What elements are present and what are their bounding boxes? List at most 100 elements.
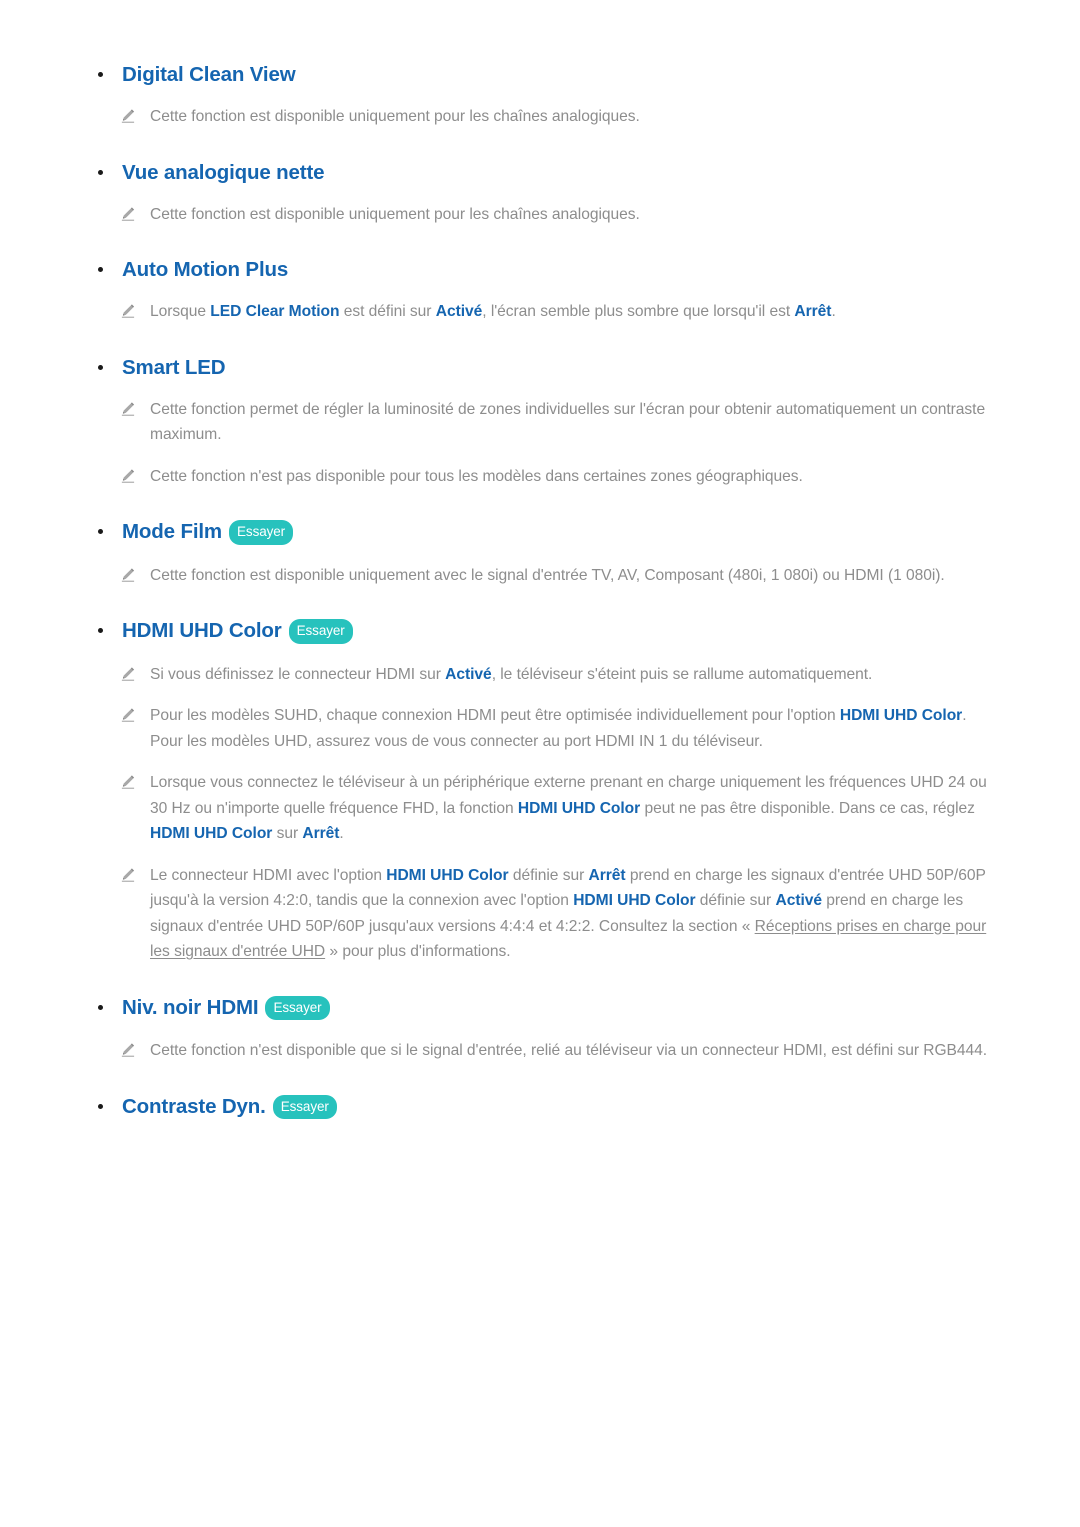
- section-heading-row: Mode Film Essayer: [78, 519, 1002, 547]
- note-item: Cette fonction n'est pas disponible pour…: [78, 464, 1002, 490]
- section-title: Mode Film Essayer: [122, 519, 294, 547]
- bullet-icon: [98, 628, 103, 633]
- essayer-badge[interactable]: Essayer: [272, 1094, 337, 1119]
- note-item: Cette fonction est disponible uniquement…: [78, 563, 1002, 589]
- note-text-run: Cette fonction n'est pas disponible pour…: [150, 467, 803, 485]
- note-paragraph: Lorsque vous connectez le téléviseur à u…: [150, 770, 1002, 847]
- note-paragraph: Si vous définissez le connecteur HDMI su…: [150, 662, 1002, 688]
- section-auto-motion-plus: Auto Motion Plus Lorsque LED Clear Motion…: [78, 257, 1002, 325]
- emphasis-term: Activé: [775, 892, 822, 909]
- section-title: HDMI UHD Color Essayer: [122, 618, 353, 646]
- section-digital-clean-view: Digital Clean View Cette fonction est dis…: [78, 62, 1002, 130]
- pencil-icon: [120, 1041, 137, 1058]
- emphasis-term: LED Clear Motion: [210, 303, 340, 320]
- bullet-icon: [98, 72, 103, 77]
- emphasis-term: Arrêt: [302, 825, 340, 842]
- pencil-icon: [120, 107, 137, 124]
- emphasis-term: Activé: [445, 665, 492, 683]
- note-item: Cette fonction n'est disponible que si l…: [78, 1038, 1002, 1064]
- note-text-run: Pour les modèles SUHD, chaque connexion …: [150, 707, 840, 724]
- note-text-run: Cette fonction est disponible uniquement…: [150, 205, 640, 223]
- note-paragraph: Cette fonction est disponible uniquement…: [150, 563, 1002, 589]
- note-item: Lorsque LED Clear Motion est défini sur …: [78, 299, 1002, 325]
- note-text-run: » pour plus d'informations.: [325, 943, 511, 960]
- emphasis-term: HDMI UHD Color: [517, 799, 641, 817]
- note-item: Lorsque vous connectez le téléviseur à u…: [78, 770, 1002, 847]
- note-text-run: Cette fonction permet de régler la lumin…: [150, 400, 986, 444]
- section-heading-row: Contraste Dyn. Essayer: [78, 1094, 1002, 1122]
- emphasis-term: Activé: [435, 303, 483, 320]
- pencil-icon: [120, 566, 137, 583]
- emphasis-term: HDMI UHD Color: [839, 707, 963, 724]
- note-item: Cette fonction est disponible uniquement…: [78, 202, 1002, 228]
- section-smart-led: Smart LED Cette fonction permet de régler…: [78, 355, 1002, 490]
- section-title: Auto Motion Plus: [122, 258, 289, 281]
- note-text-run: sur: [272, 825, 303, 842]
- note-item: Le connecteur HDMI avec l'option HDMI UH…: [78, 863, 1002, 965]
- pencil-icon: [120, 866, 137, 883]
- bullet-icon: [98, 1103, 103, 1109]
- bullet-icon: [98, 267, 103, 272]
- bullet-icon: [98, 364, 103, 370]
- note-text-run: , l'écran semble plus sombre que lorsqu'…: [482, 303, 795, 320]
- pencil-icon: [120, 706, 137, 723]
- emphasis-term: HDMI UHD Color: [573, 892, 696, 909]
- note-item: Pour les modèles SUHD, chaque connexion …: [78, 703, 1002, 754]
- section-title: Contraste Dyn. Essayer: [122, 1094, 337, 1122]
- section-heading-row: Auto Motion Plus: [78, 257, 1002, 283]
- note-paragraph: Le connecteur HDMI avec l'option HDMI UH…: [150, 863, 1002, 965]
- note-text-run: peut ne pas être disponible. Dans ce cas…: [640, 799, 975, 817]
- note-text-run: Lorsque: [150, 303, 211, 320]
- note-text-run: .: [339, 825, 344, 842]
- sections-container: Digital Clean View Cette fonction est dis…: [78, 62, 1002, 1121]
- note-text-run: Le connecteur HDMI avec l'option: [150, 866, 387, 884]
- note-text-run: .: [831, 303, 836, 320]
- pencil-icon: [120, 205, 137, 222]
- note-text-run: est défini sur: [339, 303, 436, 320]
- note-paragraph: Cette fonction est disponible uniquement…: [150, 104, 1002, 130]
- pencil-icon: [120, 467, 137, 484]
- note-paragraph: Cette fonction n'est disponible que si l…: [150, 1038, 1002, 1064]
- bullet-icon: [98, 529, 103, 534]
- document-page: Digital Clean View Cette fonction est dis…: [0, 0, 1080, 1527]
- emphasis-term: Arrêt: [794, 303, 832, 320]
- essayer-badge[interactable]: Essayer: [288, 619, 353, 644]
- emphasis-term: Arrêt: [588, 866, 626, 884]
- emphasis-term: HDMI UHD Color: [386, 866, 509, 884]
- essayer-badge[interactable]: Essayer: [265, 995, 330, 1020]
- section-title: Smart LED: [122, 355, 226, 379]
- bullet-icon: [98, 169, 103, 175]
- pencil-icon: [120, 400, 137, 417]
- section-hdmi-uhd-color: HDMI UHD Color Essayer Si vous définissez …: [78, 618, 1002, 965]
- pencil-icon: [120, 773, 137, 790]
- note-paragraph: Cette fonction permet de régler la lumin…: [150, 397, 1002, 448]
- note-item: Cette fonction est disponible uniquement…: [78, 104, 1002, 130]
- note-paragraph: Cette fonction est disponible uniquement…: [150, 202, 1002, 228]
- note-text-run: , le téléviseur s'éteint puis se rallume…: [491, 665, 873, 683]
- section-title: Vue analogique nette: [122, 160, 325, 184]
- essayer-badge[interactable]: Essayer: [229, 520, 294, 545]
- section-heading-row: Niv. noir HDMI Essayer: [78, 995, 1002, 1023]
- note-paragraph: Lorsque LED Clear Motion est défini sur …: [150, 299, 1002, 325]
- section-mode-film: Mode Film Essayer Cette fonction est dispo…: [78, 519, 1002, 588]
- section-heading-row: Vue analogique nette: [78, 160, 1002, 186]
- note-text-run: définie sur: [508, 866, 589, 884]
- note-paragraph: Pour les modèles SUHD, chaque connexion …: [150, 703, 1002, 754]
- section-title: Niv. noir HDMI Essayer: [122, 995, 330, 1023]
- note-text-run: Cette fonction est disponible uniquement…: [150, 108, 640, 125]
- section-heading-row: Smart LED: [78, 355, 1002, 381]
- note-paragraph: Cette fonction n'est pas disponible pour…: [150, 464, 1002, 490]
- pencil-icon: [120, 302, 137, 319]
- note-text-run: définie sur: [695, 892, 776, 909]
- note-item: Cette fonction permet de régler la lumin…: [78, 397, 1002, 448]
- note-text-run: Si vous définissez le connecteur HDMI su…: [150, 665, 446, 683]
- section-heading-row: HDMI UHD Color Essayer: [78, 618, 1002, 646]
- bullet-icon: [98, 1004, 103, 1010]
- section-title: Digital Clean View: [122, 63, 296, 86]
- emphasis-term: HDMI UHD Color: [150, 825, 273, 842]
- section-contraste-dyn: Contraste Dyn. Essayer: [78, 1094, 1002, 1122]
- pencil-icon: [120, 665, 137, 682]
- note-text-run: Cette fonction n'est disponible que si l…: [150, 1042, 988, 1059]
- section-niv-noir-hdmi: Niv. noir HDMI Essayer Cette fonction n'es…: [78, 995, 1002, 1064]
- note-text-run: Cette fonction est disponible uniquement…: [150, 566, 945, 584]
